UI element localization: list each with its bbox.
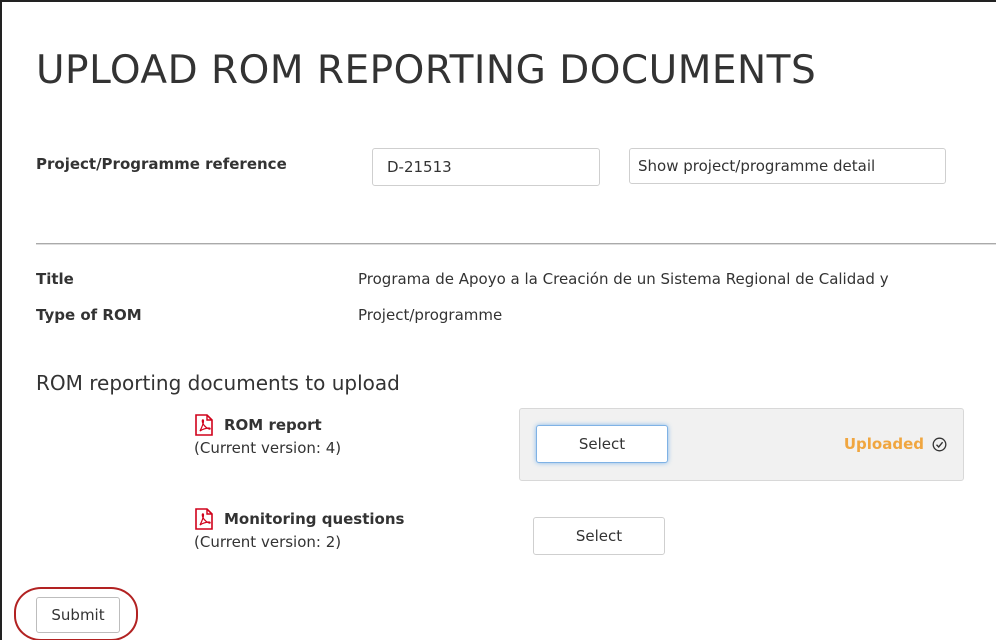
reference-label: Project/Programme reference — [36, 155, 287, 173]
document-version: (Current version: 2) — [194, 533, 342, 551]
submit-button[interactable]: Submit — [36, 597, 120, 633]
document-rom-report: ROM report (Current version: 4) — [194, 413, 341, 457]
title-value: Programa de Apoyo a la Creación de un Si… — [358, 270, 889, 288]
page-title: UPLOAD ROM REPORTING DOCUMENTS — [36, 48, 817, 93]
upload-status-text: Uploaded — [843, 435, 924, 453]
type-of-rom-value: Project/programme — [358, 306, 503, 324]
pdf-icon — [194, 508, 214, 530]
pdf-icon — [194, 414, 214, 436]
document-version: (Current version: 4) — [194, 439, 342, 457]
type-of-rom-label: Type of ROM — [36, 306, 142, 324]
monitoring-questions-select-button[interactable]: Select — [533, 517, 665, 555]
check-circle-icon — [932, 437, 947, 452]
show-project-detail-button[interactable]: Show project/programme detail — [629, 148, 946, 184]
title-label: Title — [36, 270, 74, 288]
document-name: ROM report — [224, 416, 322, 434]
reference-input[interactable] — [372, 148, 600, 186]
document-monitoring-questions: Monitoring questions (Current version: 2… — [194, 507, 404, 551]
upload-status: Uploaded — [844, 435, 947, 453]
upload-form-window: UPLOAD ROM REPORTING DOCUMENTS Project/P… — [0, 0, 996, 640]
document-name: Monitoring questions — [224, 510, 405, 528]
rom-report-upload-panel: Select Uploaded — [519, 408, 964, 481]
documents-heading: ROM reporting documents to upload — [36, 371, 400, 395]
rom-report-select-button[interactable]: Select — [536, 425, 668, 463]
section-divider — [36, 243, 996, 245]
